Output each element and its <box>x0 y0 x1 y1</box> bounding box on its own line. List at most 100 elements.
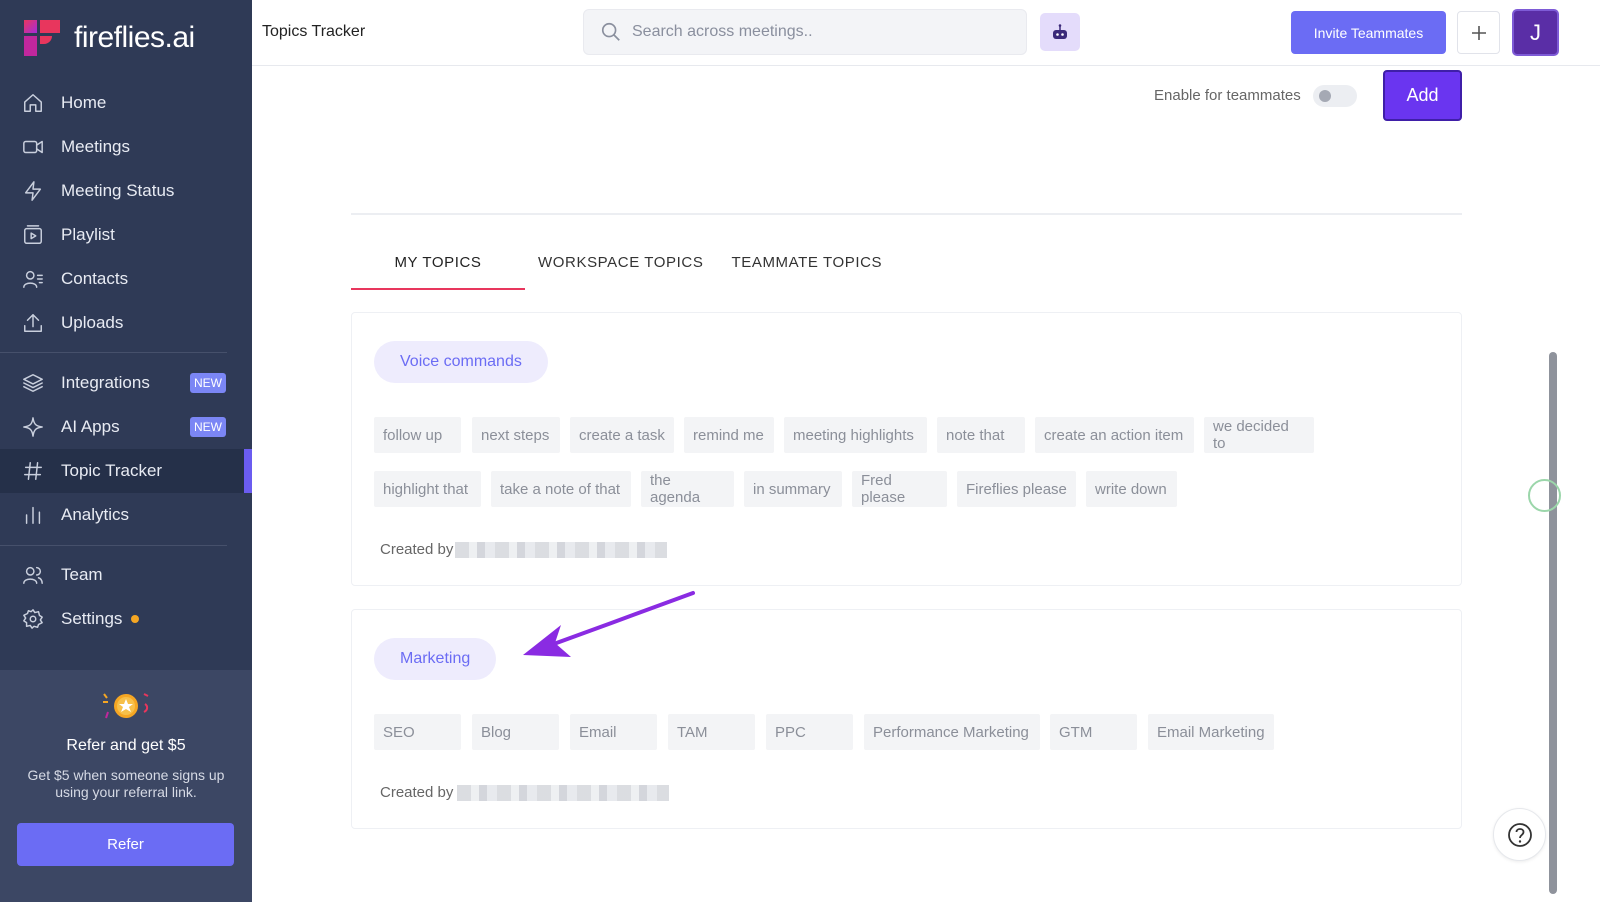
sidebar-item-label: Playlist <box>61 225 115 244</box>
topic-tabs: MY TOPICS WORKSPACE TOPICS TEAMMATE TOPI… <box>351 240 882 290</box>
topic-card: Voice commands follow up next steps crea… <box>351 312 1462 586</box>
scrollbar[interactable] <box>1549 352 1557 894</box>
enable-for-teammates-label: Enable for teammates <box>1154 87 1301 104</box>
sidebar-divider <box>0 545 227 546</box>
sidebar-item-playlist[interactable]: Playlist <box>0 213 252 257</box>
sidebar-item-label: Home <box>61 93 107 112</box>
gear-icon <box>22 608 44 630</box>
logo[interactable]: fireflies.ai <box>22 18 195 58</box>
nav-apps: Integrations NEW AI Apps NEW Topic Track… <box>0 361 252 537</box>
keyword-chip: write down <box>1086 471 1177 507</box>
keyword-chip: TAM <box>668 714 755 750</box>
keyword-chip: Performance Marketing <box>864 714 1040 750</box>
refer-description: Get $5 when someone signs up using your … <box>27 767 225 800</box>
sidebar-item-settings[interactable]: Settings <box>0 597 252 641</box>
sidebar-item-contacts[interactable]: Contacts <box>0 257 252 301</box>
new-badge: NEW <box>190 417 226 437</box>
keyword-chip: remind me <box>684 417 774 453</box>
upload-icon <box>22 312 44 334</box>
tab-teammate-topics[interactable]: TEAMMATE TOPICS <box>731 240 882 290</box>
video-icon <box>22 136 44 158</box>
cursor-indicator <box>1528 479 1561 512</box>
refer-title: Refer and get $5 <box>66 737 186 754</box>
sidebar-item-label: AI Apps <box>61 417 120 436</box>
keyword-chip: in summary <box>744 471 842 507</box>
keyword-chip: Fred please <box>852 471 947 507</box>
hash-icon <box>22 460 44 482</box>
page-title: Topics Tracker <box>262 23 366 40</box>
coin-celebration-icon <box>100 690 152 730</box>
tab-my-topics[interactable]: MY TOPICS <box>351 240 525 290</box>
notetaker-bot-button[interactable] <box>1040 13 1080 51</box>
home-icon <box>22 92 44 114</box>
keyword-chip: Fireflies please <box>957 471 1076 507</box>
keyword-chip: next steps <box>472 417 560 453</box>
keyword-chip: we decided to <box>1204 417 1314 453</box>
bar-chart-icon <box>22 504 44 526</box>
keyword-chip: SEO <box>374 714 461 750</box>
sidebar-item-home[interactable]: Home <box>0 81 252 125</box>
add-topic-button[interactable]: Add <box>1383 70 1462 121</box>
sidebar-item-label: Meetings <box>61 137 130 156</box>
keyword-chip: Email Marketing <box>1148 714 1274 750</box>
sidebar-item-integrations[interactable]: Integrations NEW <box>0 361 252 405</box>
sidebar-item-analytics[interactable]: Analytics <box>0 493 252 537</box>
tab-workspace-topics[interactable]: WORKSPACE TOPICS <box>538 240 703 290</box>
sidebar-item-meetings[interactable]: Meetings <box>0 125 252 169</box>
add-icon[interactable] <box>1457 11 1500 54</box>
search-bar[interactable] <box>583 9 1027 55</box>
keyword-chip: PPC <box>766 714 853 750</box>
layers-icon <box>22 372 44 394</box>
sidebar-item-meeting-status[interactable]: Meeting Status <box>0 169 252 213</box>
bolt-icon <box>22 180 44 202</box>
refer-panel: Refer and get $5 Get $5 when someone sig… <box>0 670 252 902</box>
sidebar-item-uploads[interactable]: Uploads <box>0 301 252 345</box>
created-by: Created by <box>380 784 670 801</box>
sidebar-item-label: Contacts <box>61 269 129 288</box>
search-icon <box>601 22 620 41</box>
created-by: Created by <box>380 541 668 558</box>
topbar: Topics Tracker Invite Teammates J <box>252 0 1600 66</box>
keyword-chip: create a task <box>570 417 674 453</box>
sidebar-item-label: Uploads <box>61 313 124 332</box>
new-badge: NEW <box>190 373 226 393</box>
keyword-chip: Blog <box>472 714 559 750</box>
sidebar-item-team[interactable]: Team <box>0 553 252 597</box>
user-avatar[interactable]: J <box>1512 9 1559 56</box>
refer-button[interactable]: Refer <box>17 823 234 866</box>
logo-text: fireflies.ai <box>74 21 195 54</box>
robot-icon <box>1053 24 1067 39</box>
keyword-chip: meeting highlights <box>784 417 927 453</box>
sidebar-item-label: Integrations <box>61 373 150 392</box>
invite-teammates-button[interactable]: Invite Teammates <box>1291 11 1446 54</box>
sidebar-item-label: Settings <box>61 609 123 628</box>
sidebar: fireflies.ai Home Meetings Meeting Statu… <box>0 0 252 902</box>
created-by-label: Created by <box>380 784 454 801</box>
notification-dot <box>131 615 140 623</box>
section-divider <box>351 213 1462 215</box>
sidebar-item-label: Team <box>61 565 103 584</box>
keyword-chip: highlight that <box>374 471 481 507</box>
topic-name[interactable]: Marketing <box>374 638 497 680</box>
topic-name[interactable]: Voice commands <box>374 341 548 383</box>
annotation-arrow-icon <box>523 591 695 657</box>
fireflies-logo-icon <box>22 18 62 58</box>
search-input[interactable] <box>632 23 1012 41</box>
enable-for-teammates-toggle[interactable] <box>1313 85 1357 107</box>
keyword-chip: Email <box>570 714 657 750</box>
sidebar-item-topic-tracker[interactable]: Topic Tracker <box>0 449 252 493</box>
redacted-author <box>455 541 668 558</box>
keyword-chip: GTM <box>1050 714 1137 750</box>
sidebar-item-label: Meeting Status <box>61 181 175 200</box>
keyword-chip: follow up <box>374 417 461 453</box>
redacted-author <box>457 784 670 801</box>
keyword-chip: take a note of that <box>491 471 631 507</box>
keyword-chip: create an action item <box>1035 417 1194 453</box>
sidebar-item-ai-apps[interactable]: AI Apps NEW <box>0 405 252 449</box>
playlist-icon <box>22 224 44 246</box>
team-icon <box>22 564 44 586</box>
help-button[interactable] <box>1493 808 1546 861</box>
question-icon <box>1507 822 1532 847</box>
sidebar-item-label: Analytics <box>61 505 130 524</box>
keyword-chip: note that <box>937 417 1025 453</box>
